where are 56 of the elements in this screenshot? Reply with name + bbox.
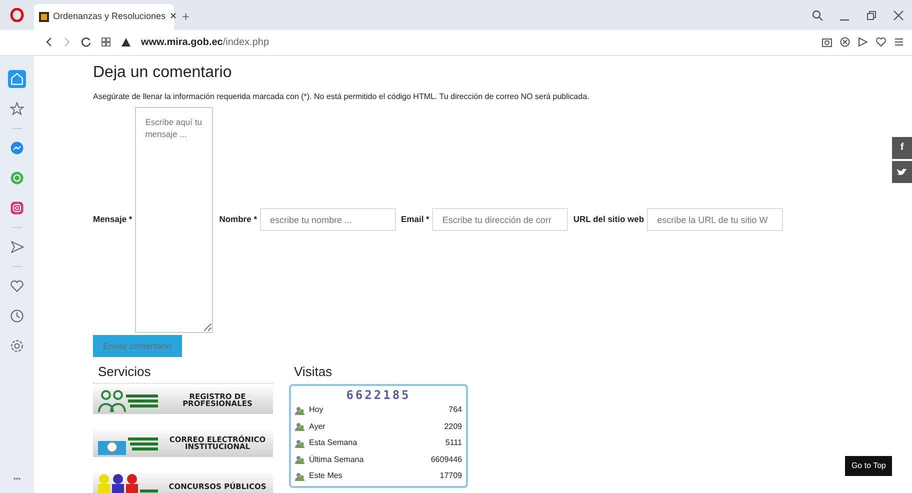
- section-heading: Visitas: [294, 364, 334, 380]
- search-icon[interactable]: [812, 10, 823, 20]
- users-icon: [295, 455, 305, 464]
- notice-text: Asegúrate de llenar la información requerida marcada con (*). No está permitido el código HTML. Tu dirección de correo NO será publicada.: [93, 90, 590, 103]
- users-icon: [295, 422, 305, 432]
- bird-icon: [897, 168, 907, 176]
- people-graphic-icon: [98, 474, 158, 493]
- field-label: Nombre *: [219, 213, 258, 226]
- url-text[interactable]: www.mira.gob.ec/index.php: [141, 34, 270, 50]
- reload-icon[interactable]: [81, 37, 91, 48]
- sidebar-button[interactable]: [8, 100, 26, 118]
- tab-title: Ordenanzas y Resoluciones: [53, 10, 166, 24]
- input-field[interactable]: Escribe tu dirección de corr: [432, 208, 568, 232]
- browser-logo-icon[interactable]: [10, 8, 24, 22]
- visit-count: 17709: [440, 470, 462, 482]
- heart-icon[interactable]: [876, 37, 886, 48]
- go-to-top-button[interactable]: Go to Top: [845, 456, 892, 476]
- input-field[interactable]: escribe tu nombre ...: [260, 208, 396, 232]
- visit-label: Este Mes: [309, 470, 344, 482]
- people-graphic-icon: [98, 388, 158, 412]
- back-icon[interactable]: [45, 37, 53, 48]
- field-label: Mensaje *: [93, 213, 132, 226]
- visit-count: 764: [448, 404, 462, 416]
- new-tab-button[interactable]: +: [182, 6, 190, 26]
- warning-icon: [121, 37, 131, 48]
- grid-icon[interactable]: [101, 37, 111, 48]
- visit-label: Ayer: [309, 420, 326, 433]
- users-icon: [295, 406, 305, 415]
- visit-count: 2209: [444, 420, 462, 433]
- sidebar-button[interactable]: [8, 306, 26, 325]
- camera-icon[interactable]: [822, 37, 832, 48]
- section-heading: Servicios: [98, 364, 152, 380]
- section-heading: Deja un comentario: [93, 62, 233, 83]
- users-icon: [295, 438, 305, 448]
- input-field[interactable]: escribe la URL de tu sitio W: [647, 208, 784, 232]
- settings-icon[interactable]: [894, 37, 904, 48]
- close-icon[interactable]: [893, 10, 904, 20]
- visit-label: Esta Semana: [309, 437, 358, 450]
- visit-label: Última Semana: [309, 454, 365, 466]
- visit-count: 6609446: [430, 454, 462, 466]
- sidebar-button[interactable]: [8, 70, 26, 88]
- message-field[interactable]: Escribe aquí tu mensaje ...: [135, 106, 214, 333]
- field-label: URL del sitio web: [573, 213, 644, 226]
- field-label: Email *: [401, 213, 430, 226]
- browser-tab[interactable]: Ordenanzas y Resoluciones ✕: [34, 4, 174, 30]
- visit-label: Hoy: [309, 404, 324, 416]
- twitter-button[interactable]: [892, 160, 912, 183]
- visit-counter: 6622185: [345, 388, 412, 402]
- visit-count: 5111: [445, 437, 462, 450]
- users-icon: [295, 472, 305, 481]
- facebook-button[interactable]: f: [892, 136, 912, 159]
- sidebar-button[interactable]: [8, 238, 26, 256]
- send-icon[interactable]: [858, 37, 868, 48]
- restore-icon[interactable]: [866, 10, 877, 20]
- favicon-icon: [39, 12, 49, 22]
- blocker-icon[interactable]: [840, 37, 850, 48]
